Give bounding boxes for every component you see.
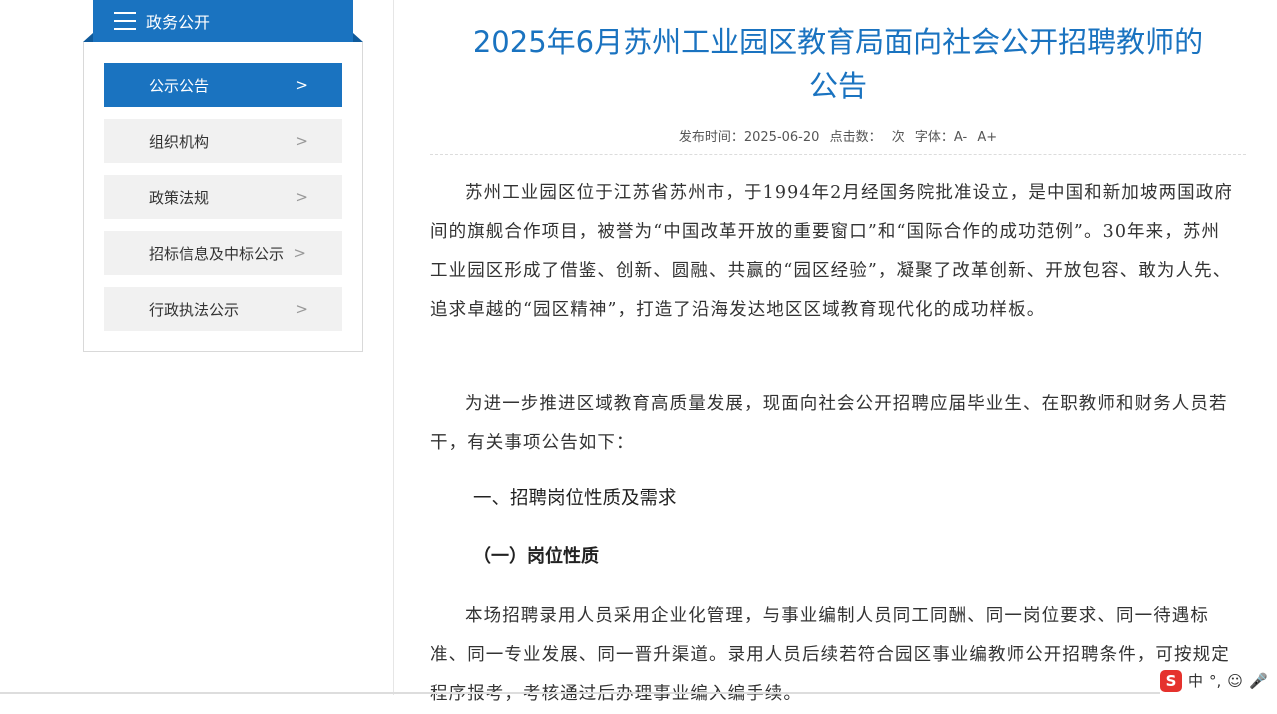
sidebar-item-label: 行政执法公示	[149, 300, 240, 319]
sidebar-item-enforcement[interactable]: 行政执法公示 >	[104, 287, 342, 331]
font-size-label: 字体：	[914, 130, 954, 145]
chevron-right-icon: >	[295, 188, 308, 206]
menu-icon[interactable]	[114, 12, 136, 30]
article-paragraph: 苏州工业园区位于江苏省苏州市，于1994年2月经国务院批准设立，是中国和新加坡两…	[430, 183, 1233, 320]
ime-toolbar[interactable]: S 中 °, ☺ 🎤	[1160, 668, 1276, 693]
publish-date: 发布时间：2025-06-20	[678, 130, 820, 145]
subsection-heading: （一）岗位性质	[473, 546, 599, 567]
chevron-right-icon: >	[295, 132, 308, 150]
chevron-right-icon: >	[295, 76, 308, 94]
sidebar-header: 政务公开	[93, 0, 353, 42]
sidebar-item-label: 政策法规	[149, 188, 210, 207]
section-heading: 一、招聘岗位性质及需求	[473, 488, 677, 509]
click-count-label: 点击数：	[829, 130, 882, 145]
ime-punctuation[interactable]: °,	[1209, 672, 1221, 690]
column-divider	[393, 0, 394, 695]
taskbar-edge	[0, 692, 1160, 694]
sidebar-ribbon-right	[353, 33, 363, 42]
microphone-icon[interactable]: 🎤	[1249, 672, 1268, 690]
sidebar-ribbon-left	[83, 33, 93, 42]
title-line: 公告	[808, 69, 867, 103]
ime-mode[interactable]: 中	[1188, 670, 1203, 691]
meta-divider	[430, 154, 1246, 155]
sidebar-item-bidding[interactable]: 招标信息及中标公示 >	[104, 231, 342, 275]
article-meta: 发布时间：2025-06-20 点击数： 次 字体：A- A+	[430, 126, 1246, 145]
article-title: 2025年6月苏州工业园区教育局面向社会公开招聘教师的 公告	[440, 20, 1236, 108]
font-larger-button[interactable]: A+	[977, 130, 997, 145]
sidebar-item-label: 招标信息及中标公示	[149, 244, 285, 263]
sidebar-menu: 公示公告 > 组织机构 > 政策法规 > 招标信息及中标公示 > 行政执法公示 …	[83, 42, 363, 352]
article-paragraph: 为进一步推进区域教育高质量发展，现面向社会公开招聘应届毕业生、在职教师和财务人员…	[430, 394, 1228, 453]
sidebar-item-announcements[interactable]: 公示公告 >	[104, 63, 342, 107]
emoji-icon[interactable]: ☺	[1227, 672, 1243, 690]
click-count-unit: 次	[891, 130, 905, 145]
sidebar-item-label: 组织机构	[149, 132, 210, 151]
chevron-right-icon: >	[295, 300, 308, 318]
sidebar-item-policies[interactable]: 政策法规 >	[104, 175, 342, 219]
article-paragraph: 本场招聘录用人员采用企业化管理，与事业编制人员同工同酬、同一岗位要求、同一待遇标…	[430, 606, 1230, 704]
title-line: 2025年6月苏州工业园区教育局面向社会公开招聘教师的	[472, 25, 1204, 59]
font-smaller-button[interactable]: A-	[954, 130, 967, 145]
sidebar-item-label: 公示公告	[149, 76, 210, 95]
sidebar-item-organization[interactable]: 组织机构 >	[104, 119, 342, 163]
sogou-logo-icon[interactable]: S	[1160, 669, 1182, 692]
sidebar-title: 政务公开	[146, 13, 211, 32]
chevron-right-icon: >	[293, 244, 306, 262]
